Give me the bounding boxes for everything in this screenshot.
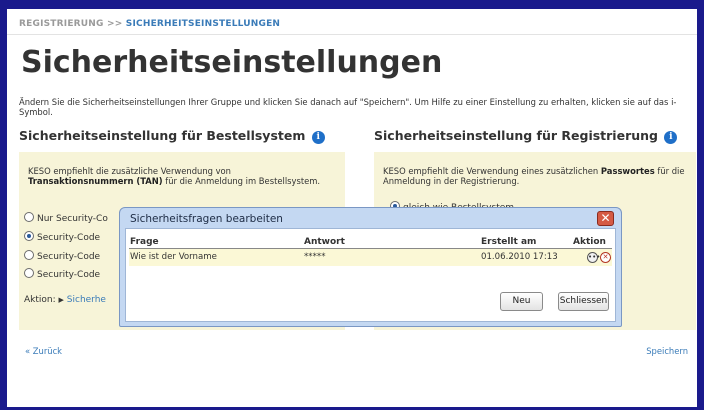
option-security-code-1[interactable]: Security-Code (24, 231, 100, 243)
column-header-answer: Antwort (304, 237, 345, 247)
save-link[interactable]: Speichern (646, 346, 688, 356)
radio-button[interactable] (24, 212, 34, 222)
option-security-code-3[interactable]: Security-Code (24, 268, 100, 280)
breadcrumb: REGISTRIERUNG >> SICHERHEITSEINSTELLUNGE… (19, 19, 280, 29)
option-security-code-2[interactable]: Security-Code (24, 250, 100, 262)
dialog-title: Sicherheitsfragen bearbeiten (130, 213, 283, 225)
section-title-bestellsystem: Sicherheitseinstellung für Bestellsystem… (19, 128, 325, 144)
section-title-text: Sicherheitseinstellung für Registrierung (374, 128, 658, 143)
column-header-created: Erstellt am (481, 237, 537, 247)
breadcrumb-root[interactable]: REGISTRIERUNG (19, 19, 104, 29)
breadcrumb-separator: >> (106, 19, 123, 29)
description-text: KESO empfiehlt die Verwendung eines zusä… (383, 166, 601, 176)
description-bold: Transaktionsnummern (TAN) (28, 176, 163, 186)
radio-button[interactable] (24, 250, 34, 260)
action-label: Aktion: (24, 295, 56, 305)
info-icon[interactable]: i (664, 131, 678, 144)
divider (7, 34, 697, 35)
edit-icon[interactable]: ••• (587, 252, 600, 263)
cell-question: Wie ist der Vorname (130, 252, 217, 262)
bestellsystem-description: KESO empfiehlt die zusätzliche Verwendun… (28, 166, 333, 186)
radio-button[interactable] (24, 268, 34, 278)
back-link[interactable]: « Zurück (25, 346, 62, 356)
section-title-registrierung: Sicherheitseinstellung für Registrierung… (374, 128, 678, 144)
column-header-question: Frage (130, 237, 159, 247)
triangle-right-icon: ▶ (58, 296, 64, 304)
option-label: Nur Security-Co (37, 214, 108, 224)
option-label: Security-Code (37, 233, 101, 243)
description-bold: Passwortes (600, 166, 655, 176)
page-title: Sicherheitseinstellungen (21, 45, 443, 80)
action-link[interactable]: Sicherhe (67, 295, 106, 305)
info-icon[interactable]: i (311, 131, 325, 144)
security-questions-dialog: Sicherheitsfragen bearbeiten ✕ Frage Ant… (119, 207, 622, 327)
section-title-text: Sicherheitseinstellung für Bestellsystem (19, 128, 306, 143)
action-row: Aktion: ▶ Sicherhe (24, 295, 106, 305)
close-button[interactable]: Schliessen (558, 292, 609, 311)
delete-icon[interactable]: ✕ (600, 252, 611, 263)
option-label: Security-Code (37, 270, 101, 280)
breadcrumb-current: SICHERHEITSEINSTELLUNGEN (125, 19, 281, 29)
dialog-body: Frage Antwort Erstellt am Aktion Wie ist… (125, 228, 616, 322)
radio-button-selected[interactable] (24, 231, 34, 241)
close-icon[interactable]: ✕ (597, 211, 614, 226)
cell-created: 01.06.2010 17:13 (481, 252, 558, 262)
description-text: KESO empfiehlt die zusätzliche Verwendun… (28, 166, 231, 176)
column-header-action: Aktion (573, 237, 606, 247)
registrierung-description: KESO empfiehlt die Verwendung eines zusä… (383, 166, 688, 186)
description-text: für die Anmeldung im Bestellsystem. (162, 176, 321, 186)
intro-text: Ändern Sie die Sicherheitseinstellungen … (19, 97, 677, 117)
option-label: Security-Code (37, 252, 101, 262)
new-button[interactable]: Neu (500, 292, 543, 311)
option-nur-security-code[interactable]: Nur Security-Co (24, 212, 108, 224)
cell-answer: ***** (304, 252, 326, 262)
